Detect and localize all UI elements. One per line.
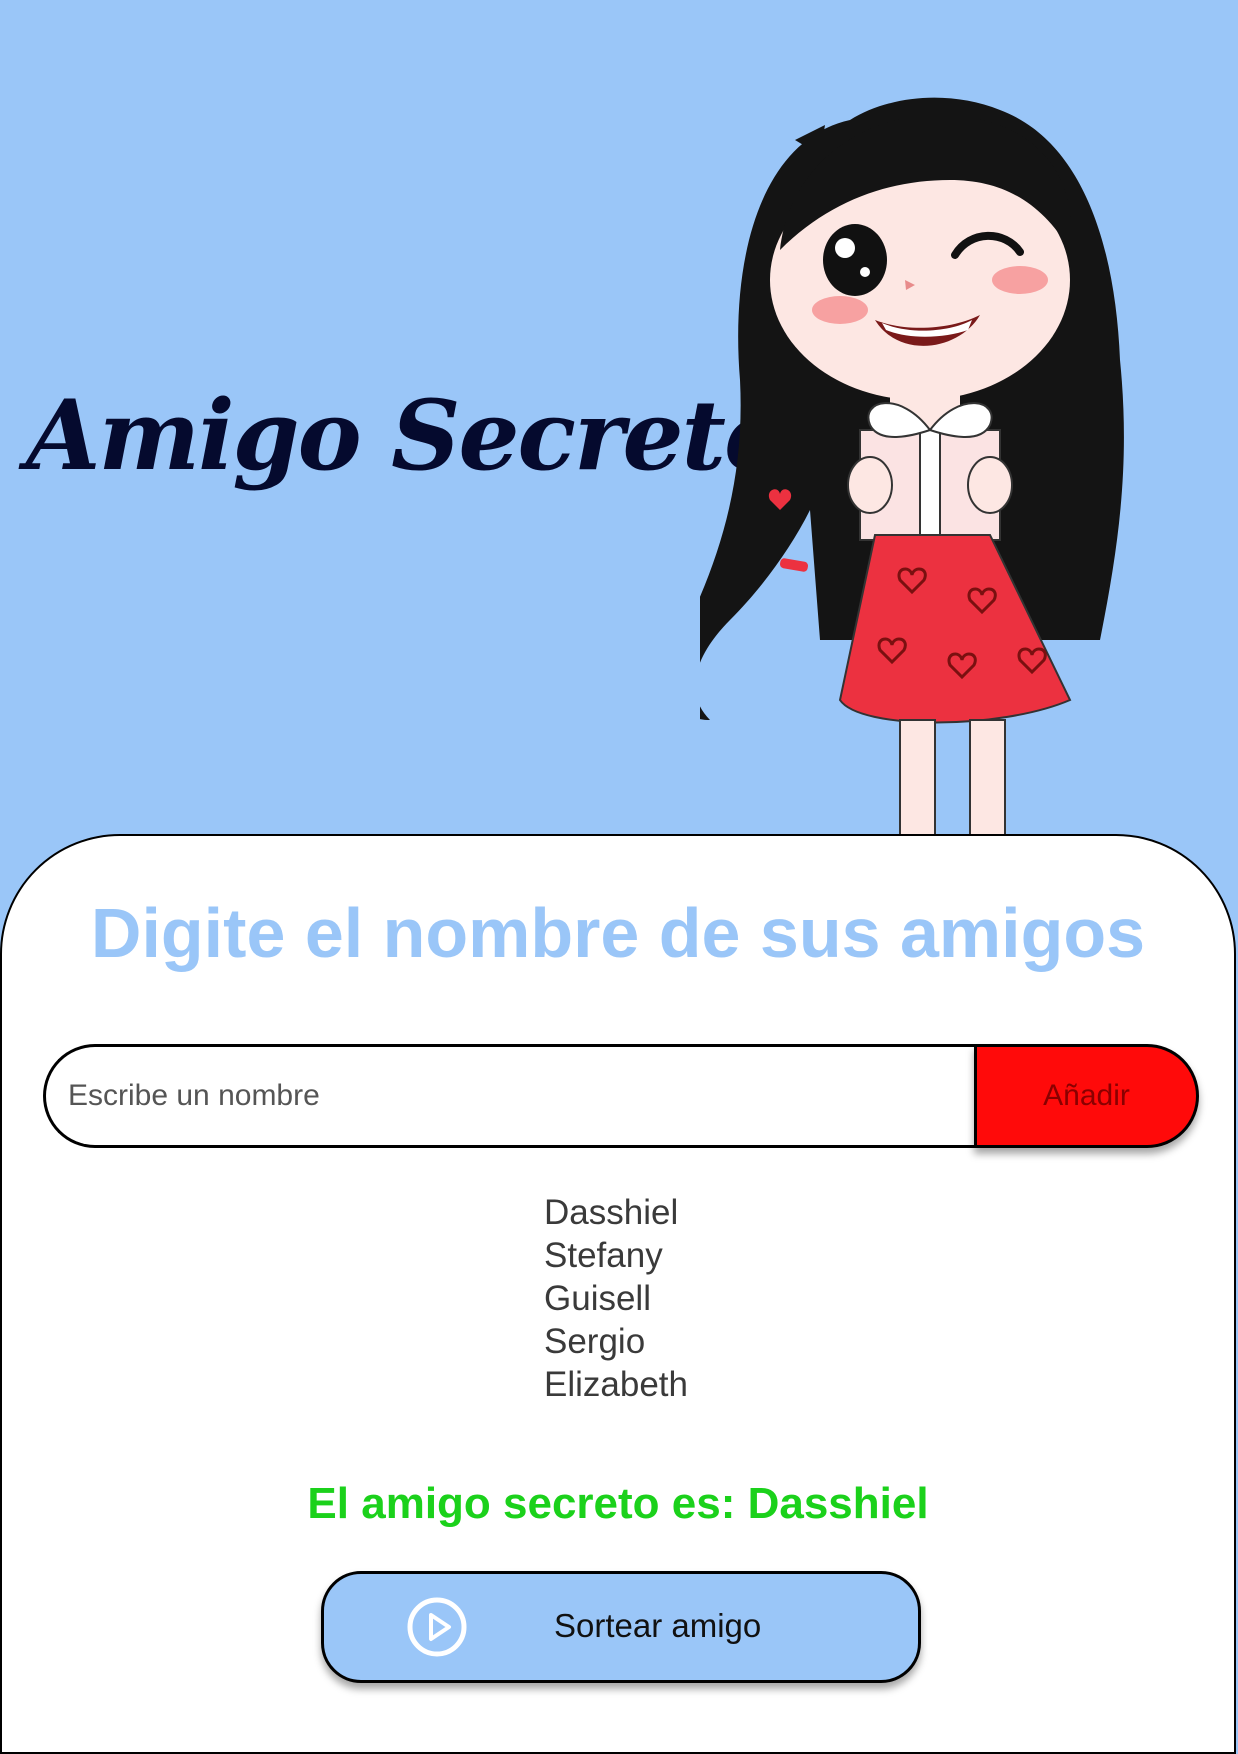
list-item: Guisell [544, 1279, 651, 1318]
draw-button[interactable]: Sortear amigo [321, 1571, 921, 1683]
page-title: Amigo Secreto [26, 379, 788, 492]
list-item: Elizabeth [544, 1365, 688, 1404]
name-input[interactable] [43, 1044, 978, 1148]
list-item: Stefany [544, 1236, 663, 1275]
friends-card: Digite el nombre de sus amigos Añadir Da… [0, 834, 1236, 1754]
play-circle-icon [407, 1597, 467, 1657]
header: Amigo Secreto [0, 0, 1238, 840]
friends-list: Dasshiel Stefany Guisell Sergio Elizabet… [544, 1191, 688, 1406]
result-text: El amigo secreto es: Dasshiel [307, 1479, 929, 1528]
list-item: Dasshiel [544, 1193, 679, 1232]
draw-button-label: Sortear amigo [554, 1607, 762, 1644]
input-row: Añadir [43, 1044, 1199, 1148]
list-item: Sergio [544, 1322, 646, 1361]
section-title: Digite el nombre de sus amigos [90, 894, 1146, 972]
add-button[interactable]: Añadir [974, 1044, 1199, 1148]
girl-with-gift-illustration [700, 97, 1124, 840]
